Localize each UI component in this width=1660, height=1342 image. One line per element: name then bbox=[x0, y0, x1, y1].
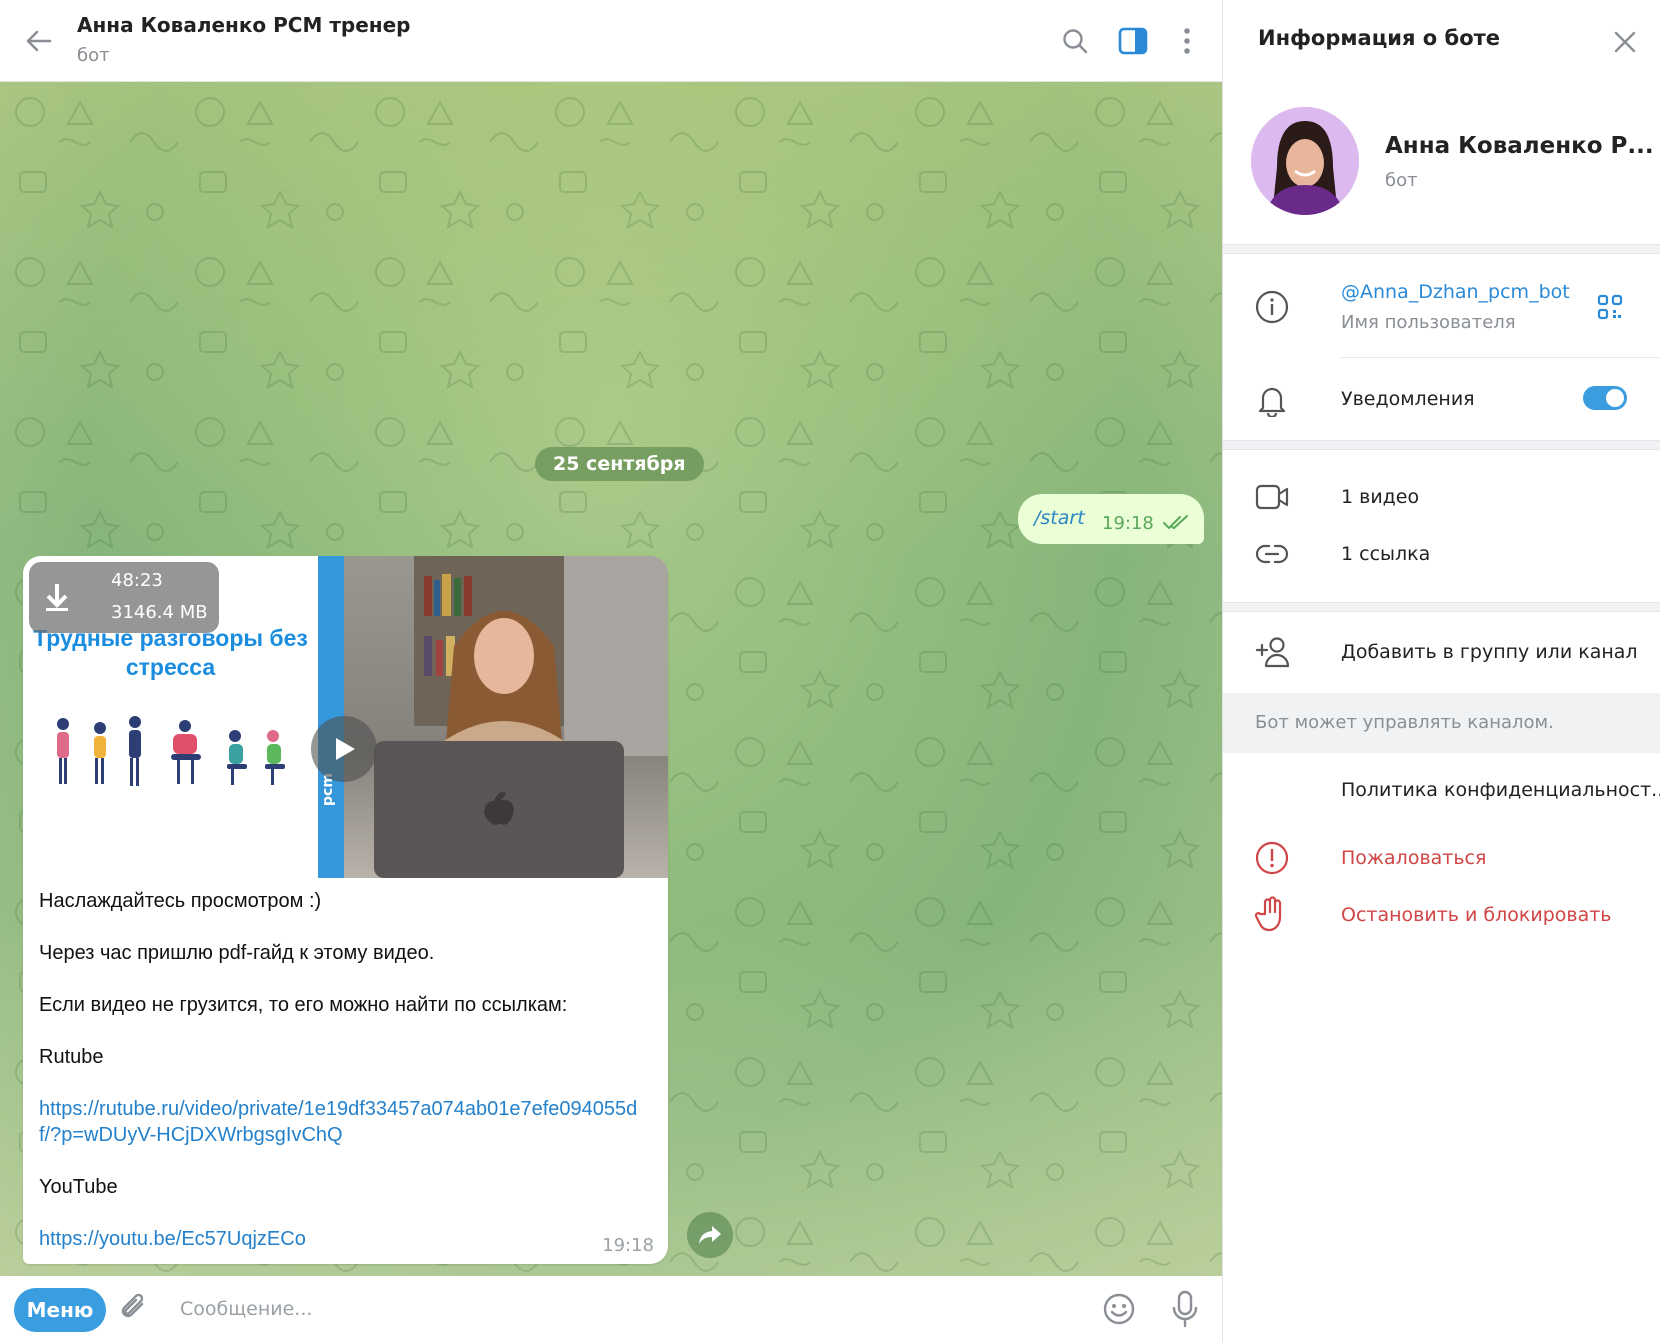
username-caption: Имя пользователя bbox=[1341, 312, 1516, 333]
emoji-icon[interactable] bbox=[1102, 1292, 1136, 1326]
play-icon bbox=[336, 738, 355, 760]
bot-menu-button[interactable]: Меню bbox=[14, 1288, 106, 1332]
add-user-icon bbox=[1255, 637, 1290, 668]
forward-icon bbox=[699, 1226, 721, 1244]
close-panel-button[interactable] bbox=[1605, 22, 1645, 62]
chat-column: Анна Коваленко РСМ тренер бот 25 сентябр… bbox=[0, 0, 1223, 1342]
video-duration: 48:23 bbox=[111, 570, 163, 591]
add-to-group-button[interactable]: Добавить в группу или канал bbox=[1341, 641, 1638, 663]
bot-subtitle: бот bbox=[1385, 170, 1418, 191]
bell-icon bbox=[1258, 387, 1286, 417]
message-paragraph: Наслаждайтесь просмотром :) bbox=[39, 890, 322, 912]
download-icon bbox=[46, 584, 68, 611]
back-arrow-icon bbox=[26, 30, 52, 52]
info-icon bbox=[1255, 290, 1289, 324]
chat-title[interactable]: Анна Коваленко РСМ тренер bbox=[77, 13, 411, 37]
stop-hand-icon bbox=[1255, 896, 1282, 932]
more-vertical-icon bbox=[1184, 28, 1190, 54]
message-text: Наслаждайтесь просмотром :) Через час пр… bbox=[39, 888, 659, 1264]
forward-button[interactable] bbox=[687, 1212, 733, 1258]
media-videos-row[interactable]: 1 видео bbox=[1341, 486, 1419, 508]
outgoing-message[interactable]: /start 19:18 bbox=[1018, 494, 1204, 544]
panel-title: Информация о боте bbox=[1258, 26, 1501, 50]
notifications-label: Уведомления bbox=[1341, 388, 1475, 410]
message-paragraph: Через час пришлю pdf-гайд к этому видео. bbox=[39, 942, 435, 964]
video-size: 3146.4 MB bbox=[111, 602, 208, 623]
stop-and-block-button[interactable]: Остановить и блокировать bbox=[1341, 904, 1612, 926]
message-paragraph: Rutube bbox=[39, 1046, 104, 1068]
toggle-info-panel-button[interactable] bbox=[1112, 20, 1154, 62]
toggle-knob bbox=[1606, 389, 1624, 407]
bot-name: Анна Коваленко Р... bbox=[1385, 133, 1654, 159]
section-divider bbox=[1223, 440, 1660, 450]
video-icon bbox=[1255, 484, 1289, 510]
search-icon bbox=[1063, 29, 1088, 54]
more-button[interactable] bbox=[1166, 20, 1208, 62]
qr-code-icon[interactable] bbox=[1597, 294, 1623, 320]
bot-username[interactable]: @Anna_Dzhan_pcm_bot bbox=[1341, 281, 1570, 303]
close-icon bbox=[1614, 31, 1636, 53]
message-paragraph: Если видео не грузится, то его можно най… bbox=[39, 994, 568, 1016]
video-meta-overlay[interactable]: 48:23 3146.4 MB bbox=[29, 562, 219, 633]
media-links-row[interactable]: 1 ссылка bbox=[1341, 543, 1430, 565]
paperclip-icon[interactable] bbox=[118, 1290, 150, 1326]
thumbnail-illustration bbox=[57, 716, 285, 786]
message-input[interactable] bbox=[180, 1286, 1040, 1332]
incoming-message[interactable]: Трудные разговоры без стресса pcm 48:23 … bbox=[23, 556, 668, 1264]
message-composer: Меню bbox=[0, 1276, 1222, 1342]
thumbnail-photo bbox=[344, 556, 668, 878]
back-button[interactable] bbox=[18, 20, 60, 62]
message-paragraph: YouTube bbox=[39, 1176, 118, 1198]
sidebar-panel-icon bbox=[1118, 27, 1148, 55]
report-icon bbox=[1255, 841, 1289, 875]
chat-header: Анна Коваленко РСМ тренер бот bbox=[0, 0, 1222, 82]
group-note-text: Бот может управлять каналом. bbox=[1255, 712, 1554, 733]
date-separator: 25 сентября bbox=[535, 447, 704, 481]
video-attachment[interactable]: Трудные разговоры без стресса pcm 48:23 … bbox=[23, 556, 668, 878]
presenter-photo bbox=[374, 556, 668, 878]
microphone-icon[interactable] bbox=[1170, 1290, 1200, 1328]
chat-subtitle: бот bbox=[77, 45, 110, 66]
outgoing-message-text: /start bbox=[1034, 507, 1085, 529]
chat-area[interactable]: 25 сентября /start 19:18 Трудные разгово… bbox=[0, 82, 1222, 1276]
incoming-message-time: 19:18 bbox=[602, 1235, 654, 1256]
rutube-link[interactable]: https://rutube.ru/video/private/1e19df33… bbox=[39, 1098, 637, 1146]
outgoing-message-time: 19:18 bbox=[1102, 513, 1154, 534]
row-divider bbox=[1341, 357, 1660, 358]
avatar[interactable] bbox=[1251, 107, 1359, 215]
play-button[interactable] bbox=[311, 716, 377, 782]
avatar-photo bbox=[1251, 107, 1359, 215]
notifications-toggle[interactable] bbox=[1583, 386, 1627, 410]
youtube-link[interactable]: https://youtu.be/Ec57UqjzECo bbox=[39, 1228, 306, 1250]
link-icon bbox=[1255, 544, 1289, 564]
privacy-policy-link[interactable]: Политика конфиденциальност... bbox=[1341, 779, 1660, 801]
bot-info-panel: Информация о боте Анна Коваленко Р... бо… bbox=[1223, 0, 1660, 1342]
double-check-icon bbox=[1163, 515, 1188, 530]
search-button[interactable] bbox=[1054, 20, 1096, 62]
section-divider bbox=[1223, 602, 1660, 612]
section-divider bbox=[1223, 244, 1660, 254]
report-button[interactable]: Пожаловаться bbox=[1341, 847, 1486, 869]
